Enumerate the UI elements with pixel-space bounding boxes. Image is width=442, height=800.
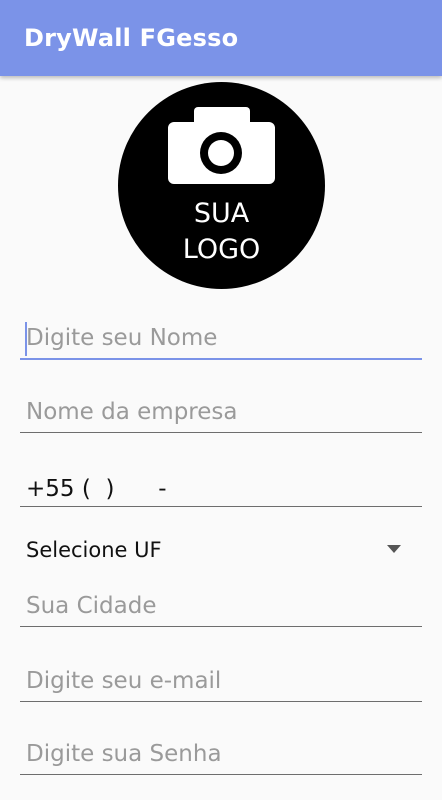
logo-button[interactable]: SUA LOGO	[118, 82, 325, 289]
name-input[interactable]	[20, 318, 406, 358]
text-cursor	[25, 322, 27, 356]
logo-text-line1: SUA	[193, 198, 250, 229]
company-field-container	[20, 392, 422, 433]
app-bar: DryWall FGesso	[0, 0, 442, 76]
dropdown-arrow-icon[interactable]	[387, 545, 401, 553]
company-input[interactable]	[20, 392, 406, 432]
phone-input[interactable]: +55 ( ) -	[26, 476, 167, 502]
logo-text-line2: LOGO	[182, 234, 261, 265]
password-field-container	[20, 734, 422, 775]
city-field-container	[20, 586, 422, 627]
uf-select[interactable]: Selecione UF	[20, 530, 422, 570]
phone-field-container[interactable]: +55 ( ) -	[20, 466, 422, 507]
email-input[interactable]	[20, 661, 406, 701]
name-field-container	[20, 318, 422, 360]
app-title: DryWall FGesso	[24, 24, 239, 52]
uf-selected-value: Selecione UF	[26, 538, 162, 562]
city-input[interactable]	[20, 586, 406, 626]
email-field-container	[20, 661, 422, 702]
password-input[interactable]	[20, 734, 406, 774]
